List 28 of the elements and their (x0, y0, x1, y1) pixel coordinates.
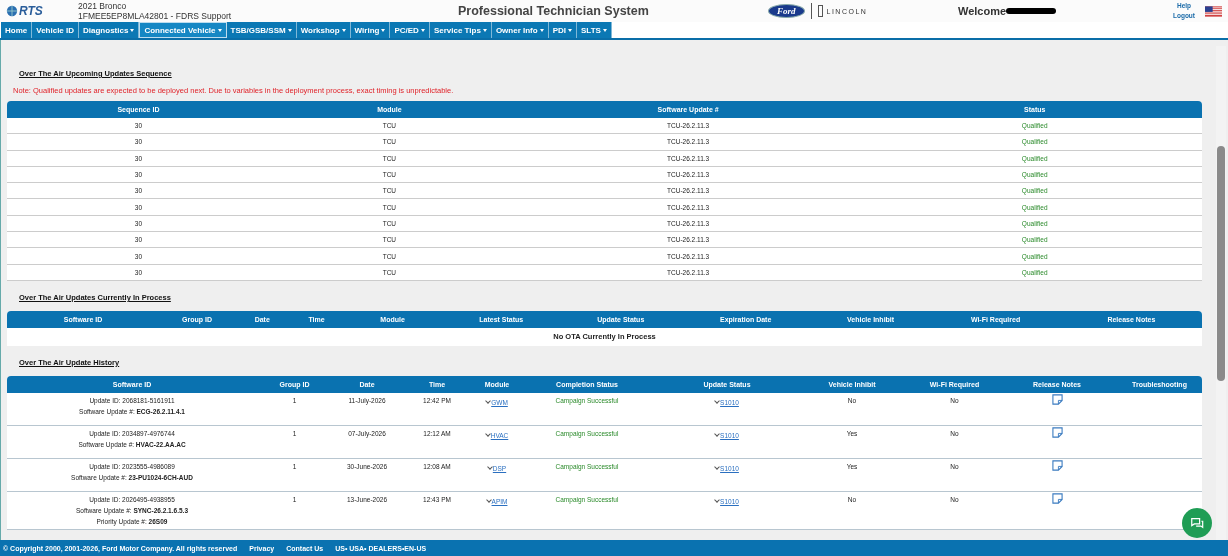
ford-logo: Ford (768, 4, 805, 18)
welcome-text: Welcome (958, 5, 1007, 17)
note-icon[interactable] (1051, 492, 1063, 504)
note-icon[interactable] (1051, 459, 1063, 471)
chat-icon (1190, 516, 1204, 530)
nav-tab[interactable]: PDI (548, 22, 577, 38)
vin-text: 1FMEE5EP8MLA42801 - FDRS Support (78, 11, 233, 21)
nav-tab[interactable]: PC/ED (390, 22, 430, 38)
nav-tab[interactable]: Diagnostics (79, 22, 140, 38)
rts-logo: RTS (6, 4, 64, 18)
nav-tab[interactable]: Owner Info (491, 22, 549, 38)
nav-tab[interactable]: Connected Vehicle (139, 22, 227, 38)
flag-icon[interactable] (1205, 5, 1222, 17)
nav-tab[interactable]: Wiring (350, 22, 391, 38)
nav-tab[interactable]: TSB/GSB/SSM (226, 22, 297, 38)
chat-button[interactable] (1182, 508, 1212, 538)
note-icon[interactable] (1051, 393, 1063, 405)
vehicle-name: 2021 Bronco (78, 1, 128, 11)
app-title: Professional Technician System (458, 4, 650, 18)
nav-tab[interactable]: Service Tips (429, 22, 492, 38)
note-icon[interactable] (1051, 426, 1063, 438)
globe-icon (6, 5, 18, 17)
nav-tab[interactable]: Workshop (296, 22, 351, 38)
scrollbar[interactable] (1216, 46, 1226, 540)
nav-tab[interactable]: Vehicle ID (32, 22, 80, 38)
redaction-mark (1006, 8, 1057, 14)
nav-tab[interactable]: Home (1, 22, 33, 38)
nav-tab[interactable]: SLTS (577, 22, 612, 38)
